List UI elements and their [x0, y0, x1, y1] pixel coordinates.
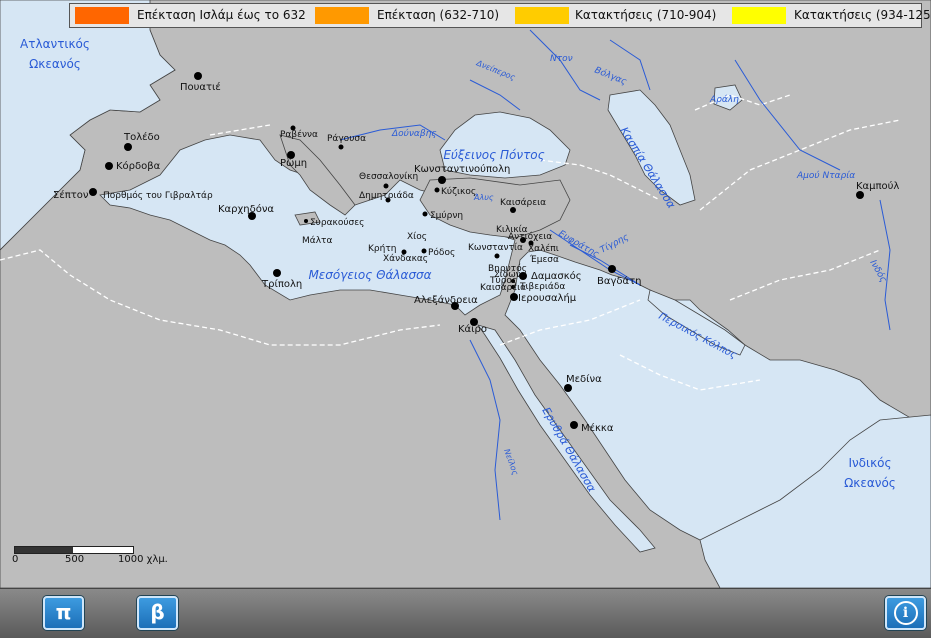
city-medina: Μεδίνα [566, 373, 602, 385]
city-smyrna: Σμύρνη [430, 210, 463, 221]
scale-label-mid: 500 [65, 554, 85, 565]
city-constantinople: Κωνσταντινούπολη [414, 163, 510, 175]
city-baghdad: Βαγδάτη [597, 275, 641, 287]
legend-label-710-904: Κατακτήσεις (710-904) [575, 8, 717, 22]
amu-label: Αμού Νταρία [796, 171, 855, 181]
city-toledo: Τολέδο [123, 131, 160, 143]
city-damascus: Δαμασκός [531, 270, 582, 282]
legend-swatch-710-904 [515, 7, 569, 24]
black-sea-label: Εύξεινος Πόντος [443, 148, 544, 162]
city-antioch: Αντιόχεια [508, 231, 552, 242]
atlantic-label-2: Ωκεανός [29, 57, 81, 71]
city-chios: Χίος [407, 232, 427, 242]
city-chandax: Χάνδακας [383, 254, 428, 264]
scale-label-zero: 0 [12, 554, 19, 565]
indian-label-1: Ινδικός [848, 456, 891, 470]
legend-swatch-934-1258 [732, 7, 786, 24]
city-ravenna: Ραβέννα [280, 129, 318, 140]
city-kabul: Καμπούλ [856, 180, 899, 192]
scale-bar-graphic [14, 546, 134, 554]
legend-label-934-1258: Κατακτήσεις (934-1258) [794, 8, 931, 22]
beta-button[interactable]: β [137, 596, 178, 630]
city-kaisareia: Καισάρεια [500, 198, 546, 208]
city-emesa: Έμεσα [529, 255, 559, 265]
city-rome: Ρώμη [280, 157, 307, 169]
atlantic-label-1: Ατλαντικός [20, 37, 90, 51]
city-constantia: Κωνσταντία [468, 243, 523, 253]
city-carthage: Καρχηδόνα [218, 203, 274, 215]
city-cordoba: Κόρδοβα [116, 160, 161, 172]
city-mecca: Μέκκα [581, 422, 614, 434]
city-rhodes: Ρόδος [428, 247, 455, 258]
city-tiberias: Τιβεριάδα [519, 282, 565, 292]
city-crete: Κρήτη [368, 244, 396, 254]
don-label: Ντον [550, 54, 573, 64]
city-poitiers: Πουατιέ [180, 81, 221, 93]
city-malta: Μάλτα [302, 236, 332, 246]
mediterranean-label: Μεσόγειος Θάλασσα [308, 268, 431, 282]
legend-swatch-632 [75, 7, 129, 24]
danube-label: Δούναβης [391, 129, 437, 139]
legend-label-632: Επέκταση Ισλάμ έως το 632 [137, 8, 306, 22]
legend-swatch-632-710 [315, 7, 369, 24]
city-cairo: Κάιρο [458, 323, 487, 335]
city-aleppo: Χαλέπι [528, 243, 559, 254]
info-icon: i [893, 601, 918, 625]
city-cyzicus: Κύζικος [441, 186, 476, 197]
city-alexandria: Αλεξάνδρεια [414, 294, 478, 306]
city-ceuta: Σέπτον [53, 189, 89, 201]
city-ragusa: Ράγουσα [327, 134, 366, 144]
legend-label-632-710: Επέκταση (632-710) [377, 8, 500, 22]
pi-button[interactable]: π [43, 596, 84, 630]
map: Ατλαντικός Ωκεανός Ινδικός Ωκεανός Μεσόγ… [0, 0, 931, 588]
indian-label-2: Ωκεανός [844, 476, 896, 490]
city-syracuse: Συρακούσες [310, 217, 364, 228]
info-button[interactable]: i [885, 596, 926, 630]
city-tripoli: Τρίπολη [261, 278, 302, 290]
aral-label: Αράλη [709, 95, 739, 105]
bottom-toolbar: π β i [0, 588, 931, 638]
city-jerusalem: Ιερουσαλήμ [518, 292, 577, 304]
city-demetrias: Δημητριάδα [359, 191, 414, 201]
legend: Επέκταση Ισλάμ έως το 632 Επέκταση (632-… [69, 3, 931, 28]
city-gibraltar: Πορθμός του Γιβραλτάρ [103, 190, 213, 201]
city-thessaloniki: Θεσσαλονίκη [359, 172, 418, 182]
scale-label-end: 1000 χλμ. [118, 554, 168, 565]
scale-bar: 0 500 1000 χλμ. [12, 546, 168, 576]
